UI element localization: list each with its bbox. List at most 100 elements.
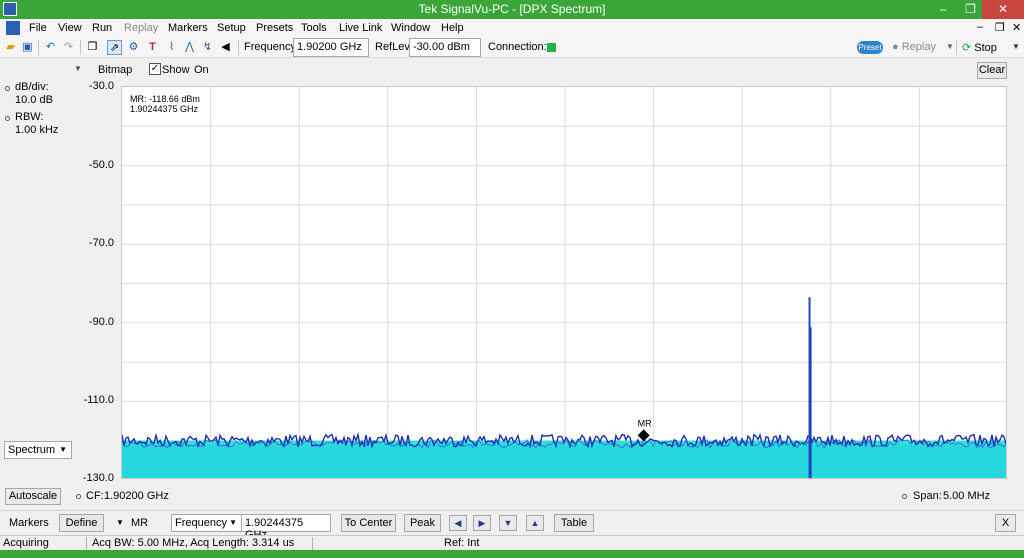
cf-value: 1.90200 GHz	[104, 490, 169, 502]
mdi-close-button[interactable]: ✕	[1012, 21, 1021, 34]
marker-frequency-field[interactable]: 1.90244375 GHz	[241, 514, 331, 541]
reflev-field[interactable]: -30.00 dBm	[409, 38, 481, 57]
menu-replay[interactable]: Replay	[124, 22, 158, 34]
menu-presets[interactable]: Presets	[256, 22, 293, 34]
trace-type-select[interactable]: Spectrum ▼	[4, 441, 72, 459]
open-folder-icon[interactable]: ▰	[3, 40, 18, 55]
cf-label[interactable]: CF:	[86, 490, 104, 502]
reflev-label: RefLev:	[375, 41, 413, 53]
y-tick-label: -70.0	[88, 237, 114, 249]
chevron-down-icon: ▼	[59, 445, 67, 454]
y-tick-label: -50.0	[88, 159, 114, 171]
on-label: On	[194, 64, 209, 76]
title-bar: Tek SignalVu-PC - [DPX Spectrum] – ❐ ✕	[0, 0, 1024, 19]
window-title: Tek SignalVu-PC - [DPX Spectrum]	[418, 2, 606, 16]
menu-run[interactable]: Run	[92, 22, 112, 34]
menu-view[interactable]: View	[58, 22, 82, 34]
audio-icon[interactable]: ◀	[218, 40, 233, 55]
windows-icon[interactable]: ❐	[85, 40, 100, 55]
text-tool-icon[interactable]: T	[145, 40, 160, 55]
acquisition-info: Acq BW: 5.00 MHz, Acq Length: 3.314 us	[92, 537, 295, 549]
menu-window[interactable]: Window	[391, 22, 430, 34]
replay-button[interactable]: ● Replay	[892, 41, 936, 53]
trace-icon[interactable]: ⌇	[164, 40, 179, 55]
chevron-down-icon: ▼	[229, 518, 237, 527]
save-icon[interactable]: ▣	[20, 40, 35, 55]
autoscale-button[interactable]: Autoscale	[5, 488, 61, 505]
marker-param-value: Frequency	[175, 517, 227, 529]
rbw-bullet-icon	[5, 116, 10, 121]
toolbar-separator	[956, 40, 957, 55]
markers-icon[interactable]: ↯	[200, 40, 215, 55]
settings-gear-icon[interactable]: ⚙	[126, 40, 141, 55]
y-tick-label: -130.0	[82, 472, 114, 484]
redo-icon[interactable]: ↷	[61, 40, 76, 55]
frequency-label: Frequency:	[244, 41, 300, 53]
next-peak-up-icon[interactable]: ▲	[526, 515, 544, 531]
bitmap-label[interactable]: Bitmap	[98, 64, 132, 76]
trace-type-value: Spectrum	[8, 444, 56, 456]
to-center-button[interactable]: To Center	[341, 514, 396, 532]
next-peak-right-icon[interactable]: ▶	[473, 515, 491, 531]
minimize-button[interactable]: –	[930, 0, 957, 19]
prev-peak-left-icon[interactable]: ◀	[449, 515, 467, 531]
mdi-minimize-button[interactable]: –	[977, 21, 983, 33]
selected-marker[interactable]: MR	[131, 517, 148, 529]
rbw-label[interactable]: RBW:	[15, 111, 44, 123]
menu-markers[interactable]: Markers	[168, 22, 208, 34]
marker-param-select[interactable]: Frequency ▼	[171, 514, 242, 532]
marker-dropdown-icon[interactable]: ▼	[116, 518, 124, 527]
noise-bitmap-core	[122, 444, 1006, 478]
close-markers-button[interactable]: X	[995, 514, 1016, 532]
marker-table-button[interactable]: Table	[554, 514, 594, 532]
span-label[interactable]: Span:	[913, 490, 942, 502]
spectrum-plot[interactable]: MR MR: -118.66 dBm 1.90244375 GHz	[121, 86, 1007, 479]
define-markers-button[interactable]: Define	[59, 514, 104, 532]
preset-button[interactable]: Preset	[857, 41, 883, 54]
spectrum-chart: MR	[122, 87, 1006, 478]
toolbar-separator	[80, 40, 81, 55]
replay-dropdown-icon[interactable]: ▼	[946, 42, 954, 51]
reference-info: Ref: Int	[444, 537, 480, 549]
close-button[interactable]: ✕	[982, 0, 1024, 19]
peak-button[interactable]: Peak	[404, 514, 441, 532]
marker-mr-diamond	[637, 429, 650, 442]
menu-tools[interactable]: Tools	[301, 22, 327, 34]
acquisition-state: Acquiring	[3, 537, 49, 549]
toolbar-separator	[238, 40, 239, 55]
db-div-label[interactable]: dB/div:	[15, 81, 49, 93]
peak-search-icon[interactable]: ⋀	[182, 40, 197, 55]
stop-button[interactable]: ⟳ Stop	[962, 41, 997, 54]
stop-dropdown-icon[interactable]: ▼	[1012, 42, 1020, 51]
span-value: 5.00 MHz	[943, 490, 991, 502]
menu-file[interactable]: File	[29, 22, 47, 34]
rbw-value: 1.00 kHz	[15, 124, 59, 136]
db-div-value: 10.0 dB	[15, 94, 53, 106]
frequency-field[interactable]: 1.90200 GHz	[293, 38, 369, 57]
stop-label: Stop	[974, 42, 997, 54]
show-checkbox[interactable]: ✓	[149, 63, 161, 75]
undo-icon[interactable]: ↶	[43, 40, 58, 55]
y-tick-label: -30.0	[88, 80, 114, 92]
next-peak-down-icon[interactable]: ▼	[499, 515, 517, 531]
desktop-strip	[0, 550, 1024, 558]
bitmap-dropdown-icon[interactable]: ▼	[74, 64, 82, 73]
clear-button[interactable]: Clear	[977, 62, 1007, 79]
markers-bar: Markers Define ▼ MR Frequency ▼ 1.902443…	[0, 510, 1024, 541]
y-tick-label: -110.0	[83, 394, 114, 406]
select-tool-icon[interactable]: ⇗	[107, 40, 122, 55]
menu-help[interactable]: Help	[441, 22, 464, 34]
db-div-bullet-icon	[5, 86, 10, 91]
cf-bullet-icon	[76, 494, 81, 499]
restore-button[interactable]: ❐	[957, 0, 984, 19]
show-label: Show	[162, 64, 190, 76]
marker-readout-level: MR: -118.66 dBm	[130, 94, 200, 104]
mdi-restore-button[interactable]: ❐	[995, 21, 1005, 34]
connection-status-indicator	[547, 43, 556, 52]
menu-setup[interactable]: Setup	[217, 22, 246, 34]
marker-readout-frequency: 1.90244375 GHz	[130, 104, 199, 114]
markers-label: Markers	[9, 517, 49, 529]
status-separator	[86, 537, 87, 550]
menu-live-link[interactable]: Live Link	[339, 22, 382, 34]
refresh-icon: ⟳	[962, 42, 972, 54]
